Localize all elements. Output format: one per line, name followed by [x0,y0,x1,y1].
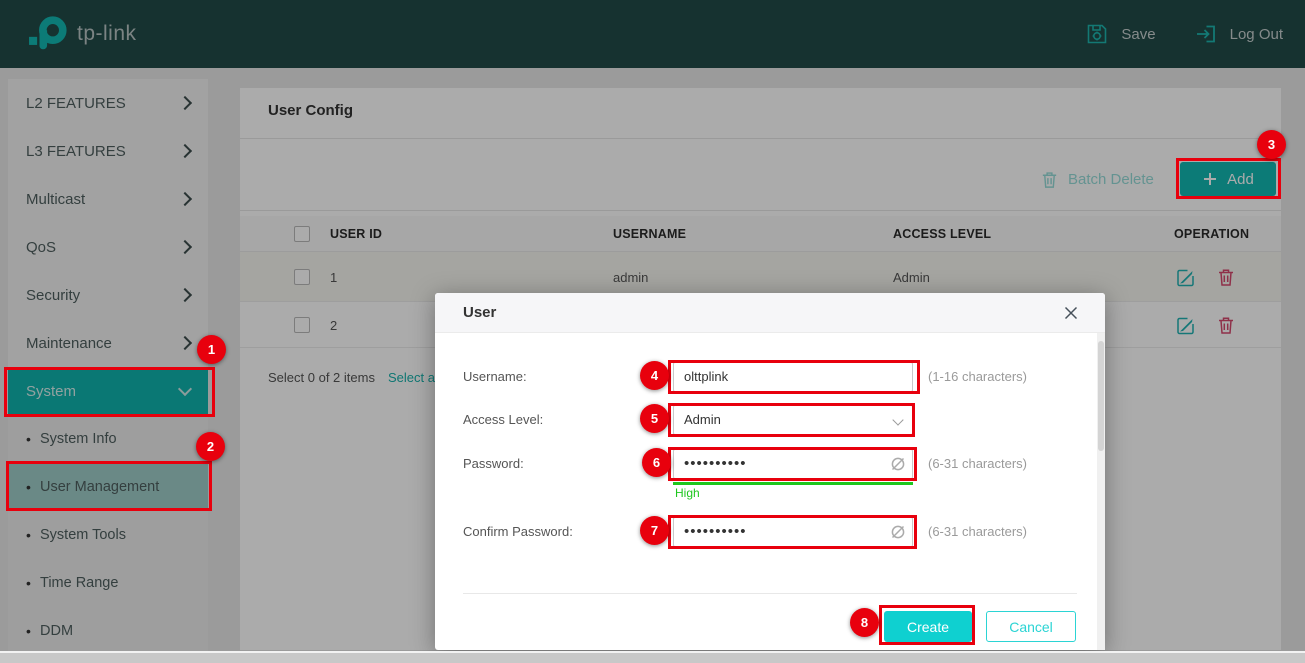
annotation-step-number: 2 [196,432,225,461]
annotation-step-number: 5 [640,404,669,433]
username-label: Username: [463,362,653,392]
modal-title: User [463,293,496,333]
annotation-step-number: 7 [640,516,669,545]
close-icon[interactable] [1063,305,1079,321]
access-level-label: Access Level: [463,405,653,435]
confirm-password-hint: (6-31 characters) [928,517,1027,547]
divider [463,593,1077,594]
annotation-step-number: 3 [1257,130,1286,159]
annotation-step-number: 1 [197,335,226,364]
password-strength-bar [673,482,913,485]
confirm-password-label: Confirm Password: [463,517,653,547]
modal-scrollbar-thumb[interactable] [1098,341,1104,451]
password-label: Password: [463,449,653,479]
annotation-step-number: 8 [850,608,879,637]
password-hint: (6-31 characters) [928,449,1027,479]
annotation-box-step6 [668,447,917,481]
username-hint: (1-16 characters) [928,362,1027,392]
modal-header: User [435,293,1105,333]
password-strength-label: High [675,486,700,500]
annotation-box-step1 [4,367,215,417]
annotation-box-step8 [879,605,975,645]
horizontal-scrollbar[interactable] [0,651,1305,663]
annotation-box-step7 [668,515,917,549]
annotation-step-number: 4 [640,361,669,390]
app-root: tp-link Save [0,0,1305,663]
modal-scrollbar-track[interactable] [1097,333,1105,650]
annotation-box-step2 [6,461,212,511]
cancel-button[interactable]: Cancel [986,611,1076,642]
annotation-box-step4 [668,360,920,394]
annotation-box-step5 [668,403,915,437]
annotation-box-step3 [1176,158,1281,199]
annotation-step-number: 6 [642,448,671,477]
